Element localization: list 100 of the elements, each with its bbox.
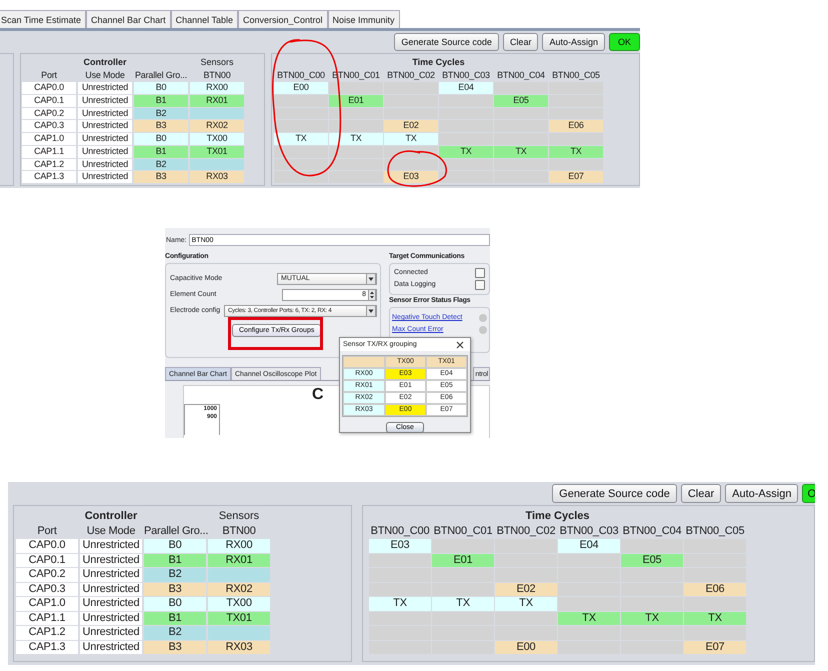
table-cell: RX00 [208, 539, 270, 552]
table-cell: E01 [329, 95, 383, 107]
table-title: Time Cycles [411, 57, 466, 69]
table-cell: CAP1.1 [22, 146, 76, 158]
table-cell: Unrestricted [78, 108, 132, 120]
table-cell: Unrestricted [80, 582, 142, 596]
table-cell: RX01 [190, 95, 244, 107]
table-cell: Unrestricted [80, 612, 142, 625]
table-cell: TX01 [208, 612, 270, 625]
table-cell: CAP1.2 [16, 626, 78, 640]
table-cell: B2 [134, 108, 188, 120]
table-cell: TX00 [190, 133, 244, 145]
table-cell: TX [684, 612, 746, 625]
table-cell: CAP0.3 [22, 120, 76, 132]
table-cell: CAP1.0 [22, 133, 76, 145]
column-group-header: Sensors [218, 510, 260, 524]
close-icon[interactable] [456, 340, 464, 348]
column-header: Parallel Gro... [134, 70, 188, 82]
table-cell: TX [558, 612, 620, 625]
toolbar-button[interactable]: Generate Source code [394, 33, 499, 51]
tab[interactable]: Conversion_Control [238, 10, 328, 28]
column-header: BTN00_C05 [551, 70, 601, 82]
table-cell: TX [432, 597, 494, 610]
table-cell: Unrestricted [80, 597, 142, 610]
table-cell: E04 [558, 539, 620, 552]
ok-button[interactable]: OK [608, 33, 640, 51]
column-header: BTN00_C05 [684, 524, 746, 538]
table-cell: CAP1.3 [16, 640, 78, 654]
column-group-header: Controller [84, 510, 138, 524]
table-cell: CAP0.2 [16, 568, 78, 582]
table-cell: B1 [134, 146, 188, 158]
chart-title: C [312, 386, 324, 404]
table-cell: B2 [144, 568, 206, 582]
column-header: BTN00_C04 [622, 524, 682, 538]
toolbar-button[interactable]: Generate Source code [552, 484, 677, 503]
column-group-header: Sensors [199, 57, 235, 69]
table-cell: TX01 [190, 146, 244, 158]
table-cell: E06 [684, 582, 746, 596]
table-cell: E05 [494, 95, 548, 107]
table-cell: TX [329, 133, 383, 145]
status-led-icon [479, 326, 487, 334]
table-cell: TX [369, 597, 431, 610]
table-cell: Unrestricted [78, 82, 132, 94]
column-header: BTN00 [202, 70, 232, 82]
column-header: Port [40, 70, 58, 82]
status-led-icon [479, 314, 487, 322]
table-cell: B3 [144, 640, 206, 654]
table-cell: E07 [549, 171, 603, 183]
table-cell: Unrestricted [80, 568, 142, 582]
table-cell: E05 [621, 554, 683, 567]
table-cell: CAP1.0 [16, 597, 78, 610]
column-header: Parallel Gro... [144, 524, 206, 538]
toolbar-button[interactable]: Clear [502, 33, 538, 51]
table-cell: E02 [495, 582, 557, 596]
table-cell: TX00 [208, 597, 270, 610]
table-cell: B2 [134, 158, 188, 170]
column-header: BTN00_C03 [558, 524, 620, 538]
table-cell: Unrestricted [80, 554, 142, 567]
table-cell: RX03 [208, 640, 270, 654]
table-cell: E01 [432, 554, 494, 567]
table-cell: CAP1.2 [22, 158, 76, 170]
table-cell: CAP0.1 [22, 95, 76, 107]
column-header: Use Mode [86, 524, 136, 538]
checkbox[interactable] [475, 268, 485, 278]
table-cell: B3 [144, 582, 206, 596]
tab[interactable]: Noise Immunity [328, 10, 400, 28]
table-cell: TX [621, 612, 683, 625]
tab[interactable]: Channel Table [170, 10, 238, 28]
table-cell: Unrestricted [78, 120, 132, 132]
table-cell: E03 [384, 171, 438, 183]
toolbar-button[interactable]: Clear [680, 484, 722, 503]
checkbox[interactable] [475, 280, 485, 290]
tab[interactable]: Channel Bar Chart [86, 10, 171, 28]
table-cell: Unrestricted [78, 146, 132, 158]
table-cell: E06 [549, 120, 603, 132]
column-header: BTN00_C00 [276, 70, 326, 82]
toolbar-button[interactable]: Auto-Assign [725, 484, 798, 503]
table-cell: B2 [144, 626, 206, 640]
table-cell: CAP0.1 [16, 554, 78, 567]
table-cell: E07 [684, 640, 746, 654]
tab[interactable]: Scan Time Estimate [0, 10, 86, 28]
table-cell: B1 [144, 612, 206, 625]
table-cell: TX [495, 597, 557, 610]
table-cell: B3 [134, 120, 188, 132]
table-cell: Unrestricted [80, 626, 142, 640]
table-cell: Unrestricted [78, 133, 132, 145]
column-header: BTN00_C02 [386, 70, 436, 82]
table-cell: B1 [144, 554, 206, 567]
table-cell: RX01 [208, 554, 270, 567]
toolbar-button[interactable]: Auto-Assign [542, 33, 605, 51]
table-cell: Unrestricted [80, 539, 142, 552]
table-cell: E02 [384, 120, 438, 132]
table-cell: RX00 [190, 82, 244, 94]
table-cell: E03 [369, 539, 431, 552]
table-cell: TX [494, 146, 548, 158]
table-cell: Unrestricted [80, 640, 142, 654]
table-cell: CAP1.1 [16, 612, 78, 625]
table-cell: CAP0.2 [22, 108, 76, 120]
table-cell: B0 [134, 133, 188, 145]
table-cell: B0 [134, 82, 188, 94]
